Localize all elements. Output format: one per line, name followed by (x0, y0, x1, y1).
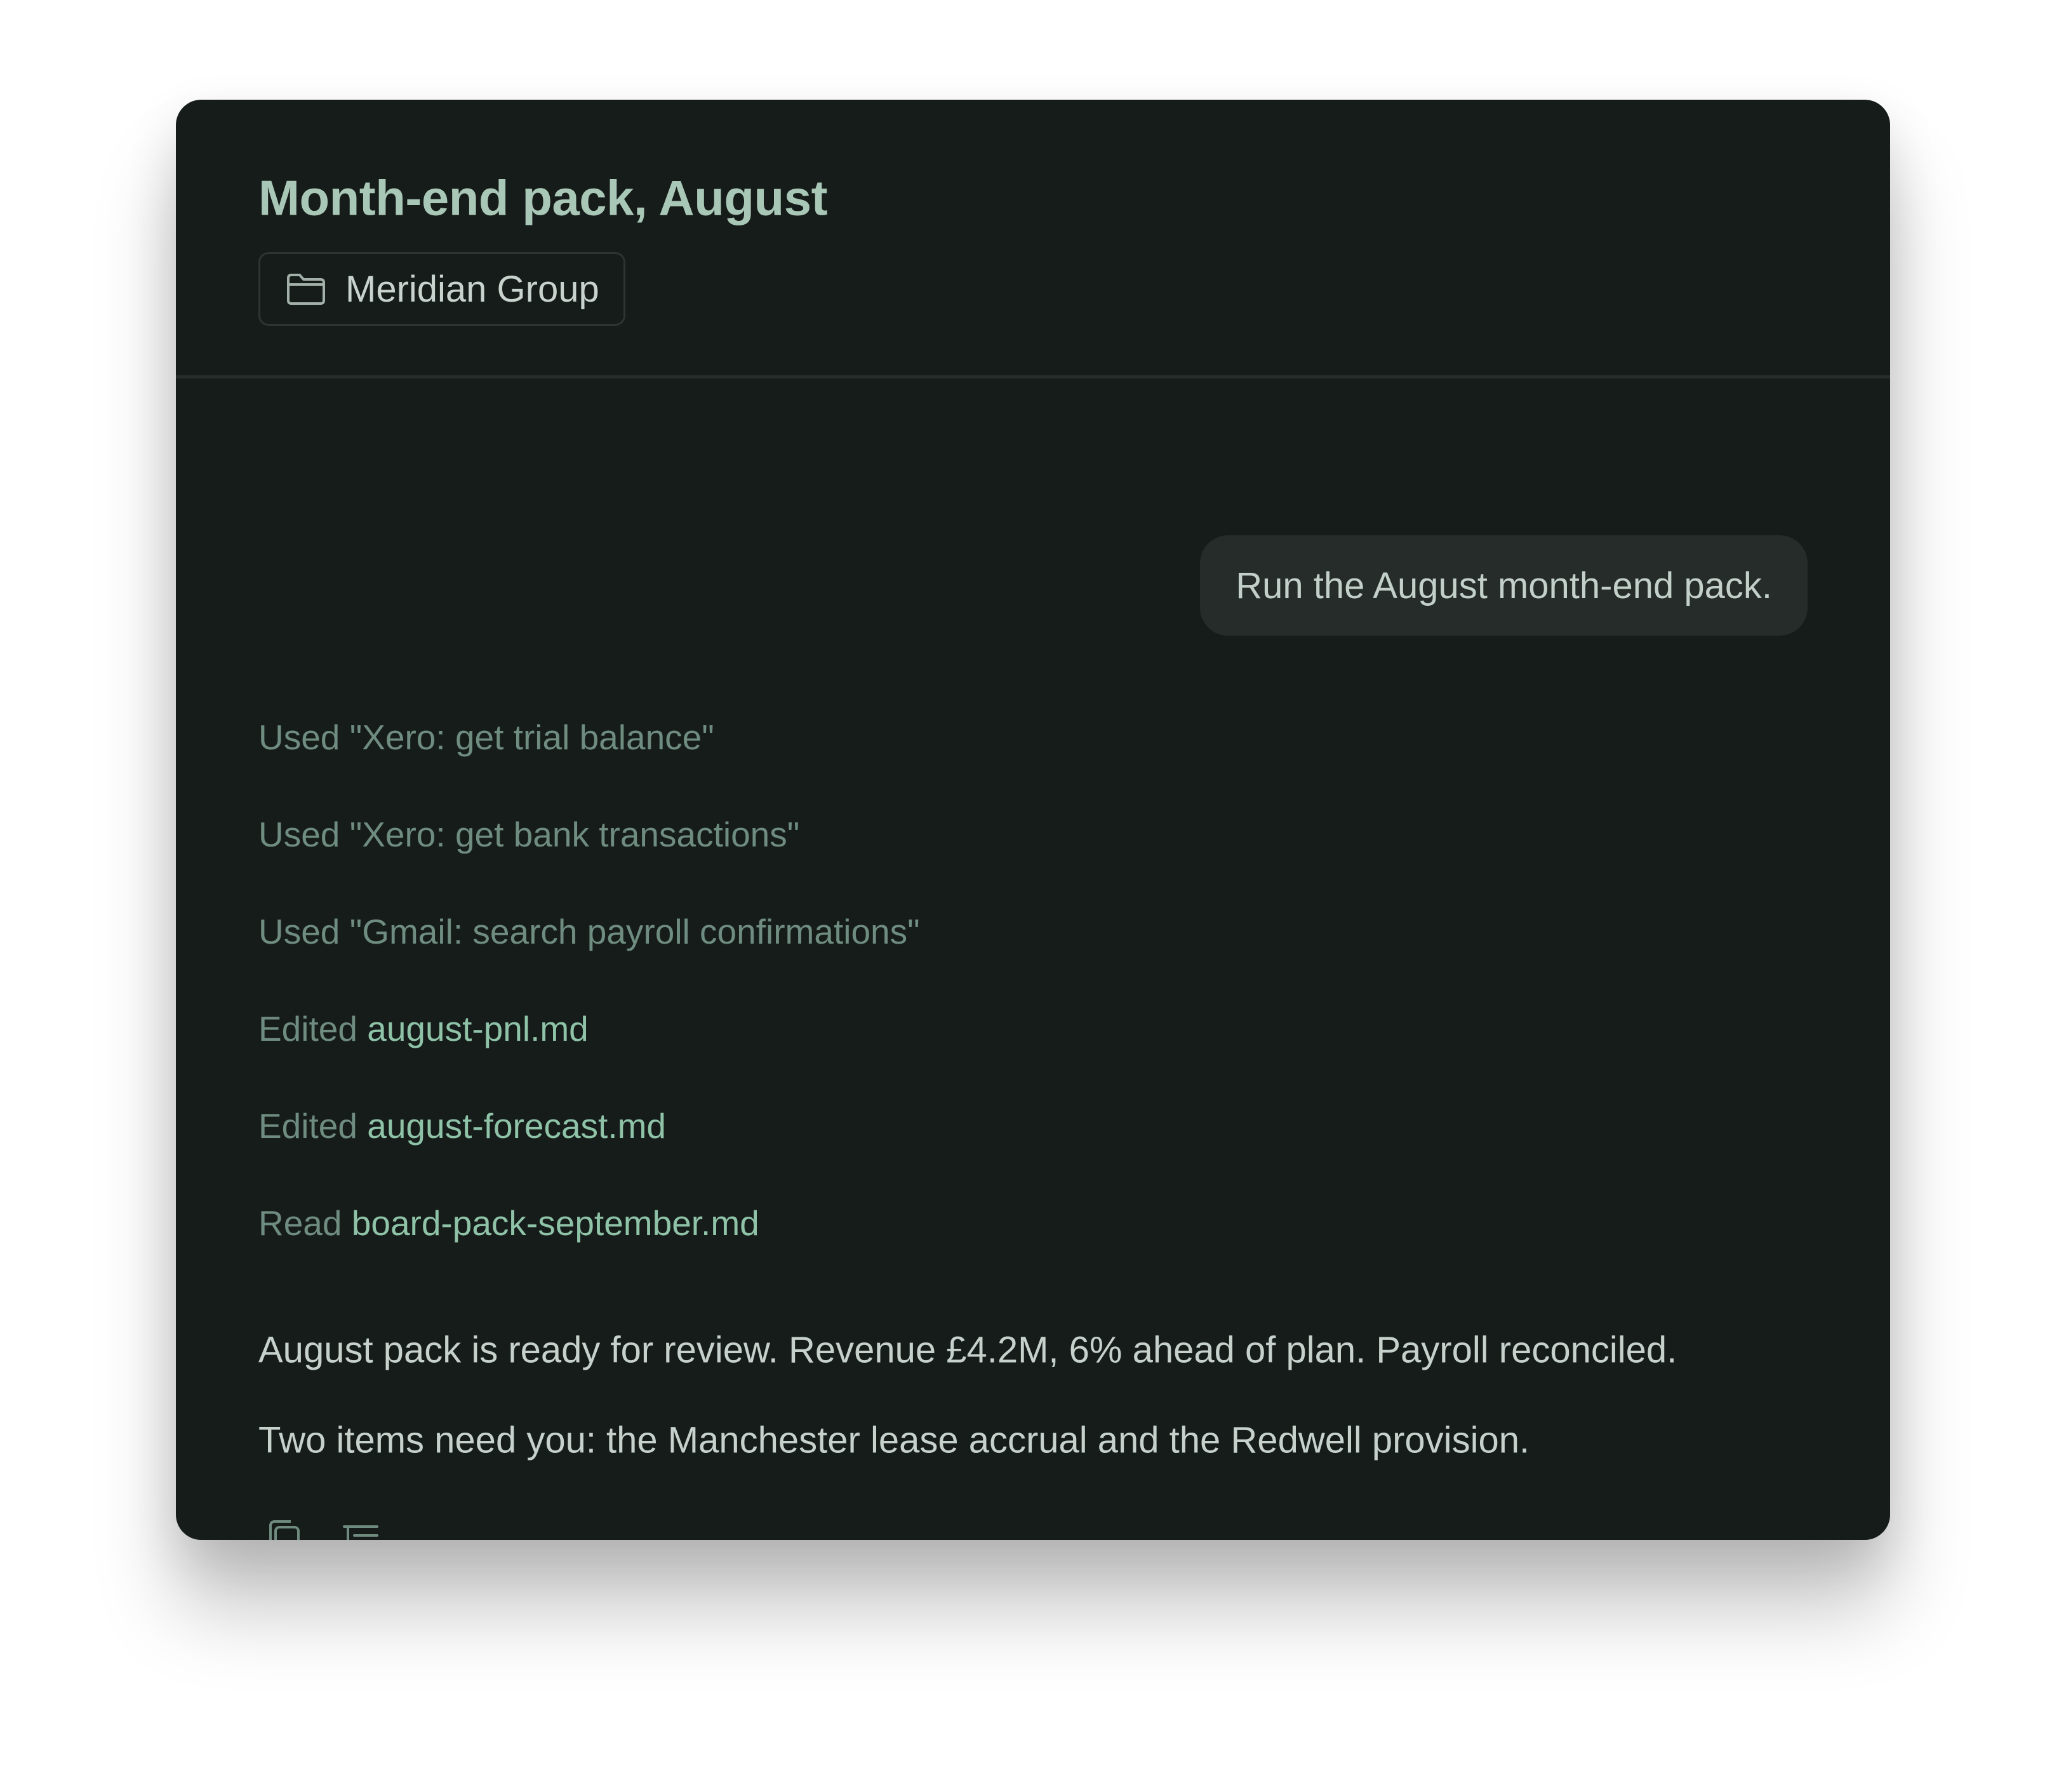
activity-item: Read board-pack-september.md (258, 1203, 759, 1243)
copy-icon (265, 1518, 303, 1540)
activity-verb: Used (258, 912, 340, 951)
page-title: Month-end pack, August (258, 170, 828, 226)
activity-item: Used "Xero: get trial balance" (258, 717, 714, 758)
project-chip[interactable]: Meridian Group (258, 252, 625, 326)
message-actions (258, 1516, 387, 1540)
outline-icon (340, 1523, 381, 1540)
activity-item: Used "Gmail: search payroll confirmation… (258, 911, 920, 952)
user-message-text: Run the August month-end pack. (1236, 565, 1772, 606)
activity-verb: Used (258, 815, 340, 854)
folder-icon (286, 272, 326, 306)
activity-item: Used "Xero: get bank transactions" (258, 814, 799, 855)
user-message-bubble: Run the August month-end pack. (1200, 535, 1808, 636)
conversation-body: Run the August month-end pack. Used "Xer… (176, 378, 1890, 1540)
activity-verb: Used (258, 718, 340, 757)
copy-button[interactable] (258, 1516, 310, 1540)
activity-target: "Xero: get trial balance" (349, 718, 714, 757)
assistant-reply-line: August pack is ready for review. Revenue… (258, 1329, 1677, 1371)
activity-verb: Edited (258, 1106, 357, 1146)
project-label: Meridian Group (345, 268, 599, 310)
file-link[interactable]: board-pack-september.md (352, 1203, 759, 1243)
page: Month-end pack, August Meridian Group Ru… (0, 0, 2066, 1792)
activity-target: "Gmail: search payroll confirmations" (349, 912, 920, 951)
activity-item: Edited august-forecast.md (258, 1106, 666, 1146)
assistant-reply-line: Two items need you: the Manchester lease… (258, 1419, 1530, 1461)
outline-button[interactable] (335, 1516, 387, 1540)
conversation-panel: Month-end pack, August Meridian Group Ru… (176, 100, 1890, 1540)
activity-verb: Read (258, 1203, 342, 1243)
activity-item: Edited august-pnl.md (258, 1008, 589, 1049)
file-link[interactable]: august-pnl.md (367, 1009, 589, 1048)
activity-target: "Xero: get bank transactions" (349, 815, 800, 854)
activity-verb: Edited (258, 1009, 357, 1048)
file-link[interactable]: august-forecast.md (367, 1106, 666, 1146)
header: Month-end pack, August Meridian Group (176, 100, 1890, 378)
